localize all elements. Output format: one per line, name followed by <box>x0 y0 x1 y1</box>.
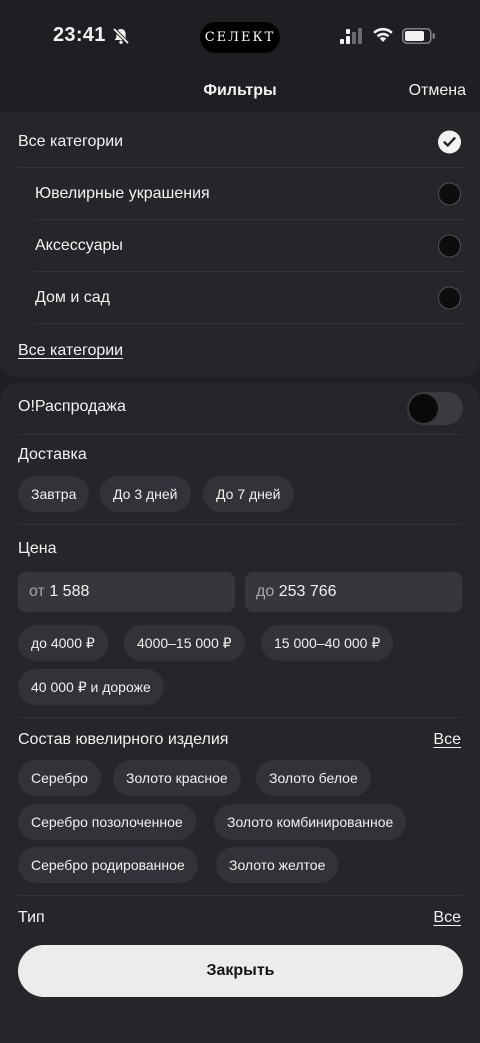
sale-toggle[interactable] <box>407 392 463 425</box>
category-item-jewelry[interactable]: Ювелирные украшения <box>0 168 480 220</box>
category-label: Все категории <box>18 133 124 150</box>
delivery-chip-tomorrow[interactable]: Завтра <box>18 476 90 512</box>
check-selected-icon[interactable] <box>438 130 461 154</box>
radio-unselected-icon[interactable] <box>438 286 461 310</box>
composition-chip-gilded-silver[interactable]: Серебро позолоченное <box>18 804 196 840</box>
price-to-field[interactable]: до 253 766 <box>245 572 462 612</box>
wifi-icon <box>373 27 393 42</box>
price-chip-4000-15000[interactable]: 4000–15 000 ₽ <box>124 625 245 661</box>
delivery-chip-7-days[interactable]: До 7 дней <box>203 476 294 512</box>
composition-chip-yellow-gold[interactable]: Золото желтое <box>216 847 339 883</box>
composition-all-link[interactable]: Все <box>433 731 461 749</box>
cancel-button[interactable]: Отмена <box>409 82 466 100</box>
divider <box>18 434 462 435</box>
price-chip-over-40000[interactable]: 40 000 ₽ и дороже <box>18 669 164 705</box>
price-from-value: 1 588 <box>49 583 90 600</box>
category-item-accessories[interactable]: Аксессуары <box>0 220 480 272</box>
filters-panel: О!Распродажа Доставка Завтра До 3 дней Д… <box>0 383 480 1043</box>
divider <box>18 895 462 896</box>
all-categories-link[interactable]: Все категории <box>18 342 123 360</box>
category-item-home-garden[interactable]: Дом и сад <box>0 272 480 324</box>
composition-chip-rhodium-silver[interactable]: Серебро родированное <box>18 847 198 883</box>
divider <box>18 524 462 525</box>
price-title: Цена <box>18 540 57 557</box>
price-to-prefix: до <box>256 583 275 600</box>
cellular-signal-icon <box>340 28 362 44</box>
radio-unselected-icon[interactable] <box>438 234 461 258</box>
category-label: Ювелирные украшения <box>35 185 210 202</box>
price-from-prefix: от <box>29 583 45 600</box>
composition-chip-white-gold[interactable]: Золото белое <box>256 760 371 796</box>
price-from-field[interactable]: от 1 588 <box>18 572 235 612</box>
category-item-all[interactable]: Все категории <box>0 116 480 168</box>
delivery-title: Доставка <box>18 446 87 463</box>
price-chip-15000-40000[interactable]: 15 000–40 000 ₽ <box>261 625 394 661</box>
type-title: Тип <box>18 909 45 926</box>
dynamic-island: СЕЛЕКТ <box>200 22 280 53</box>
category-label: Аксессуары <box>35 237 123 254</box>
category-label: Дом и сад <box>35 289 110 306</box>
category-panel: Все категории Ювелирные украшения Аксесс… <box>0 112 480 378</box>
battery-icon <box>402 28 435 44</box>
divider <box>18 717 462 718</box>
composition-chip-combined-gold[interactable]: Золото комбинированное <box>214 804 407 840</box>
composition-chip-red-gold[interactable]: Золото красное <box>113 760 241 796</box>
bell-muted-icon <box>112 27 130 45</box>
island-logo-text: СЕЛЕКТ <box>204 30 276 45</box>
status-bar: 23:41 СЕЛЕКТ <box>0 0 480 72</box>
delivery-chip-3-days[interactable]: До 3 дней <box>100 476 191 512</box>
price-to-value: 253 766 <box>278 583 337 600</box>
toggle-knob <box>409 394 438 423</box>
radio-unselected-icon[interactable] <box>438 182 461 206</box>
type-all-link[interactable]: Все <box>433 909 461 927</box>
composition-chip-silver[interactable]: Серебро <box>18 760 101 796</box>
sale-label: О!Распродажа <box>18 398 126 415</box>
price-chip-under-4000[interactable]: до 4000 ₽ <box>18 625 108 661</box>
divider <box>35 323 464 324</box>
status-time: 23:41 <box>53 24 106 46</box>
close-button[interactable]: Закрыть <box>18 945 463 997</box>
composition-title: Состав ювелирного изделия <box>18 731 229 748</box>
